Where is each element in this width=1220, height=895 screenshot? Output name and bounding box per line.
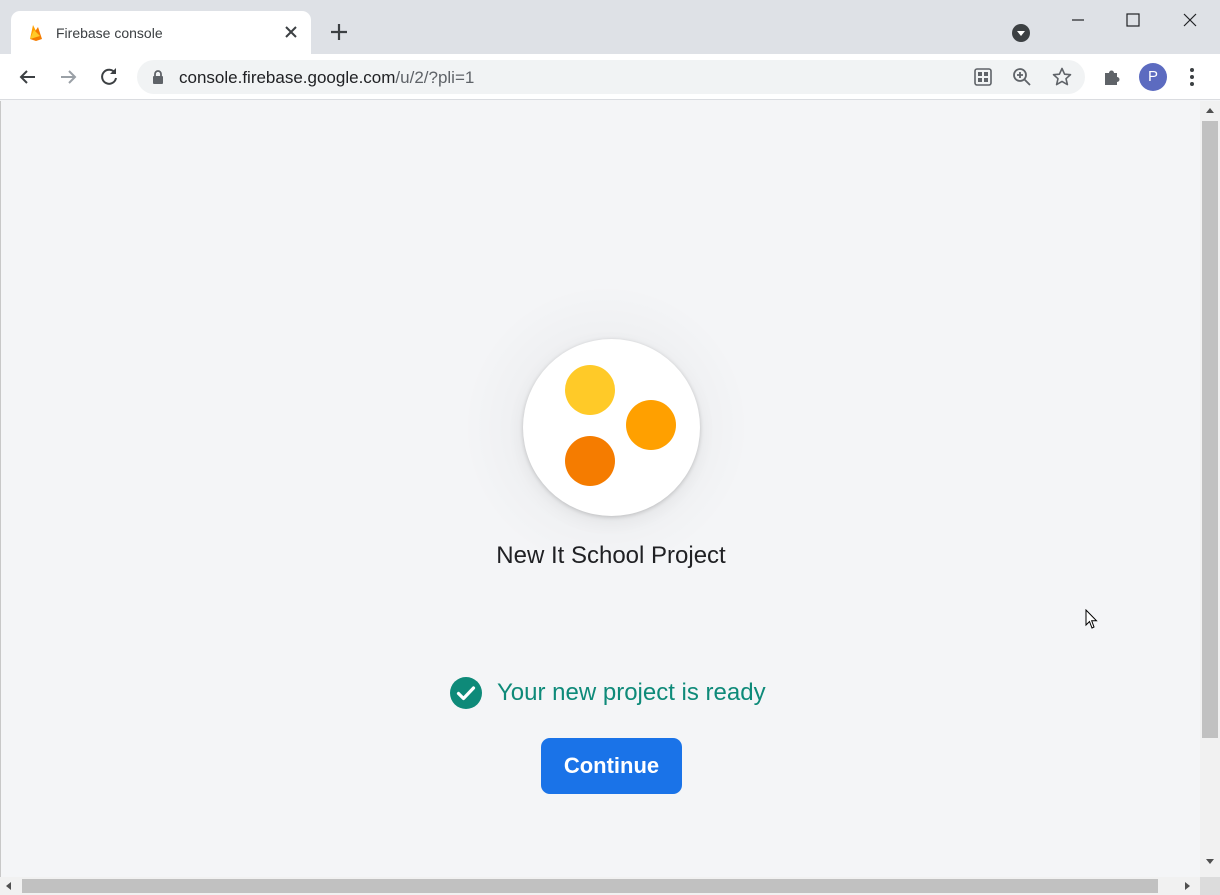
scroll-down-arrow-icon[interactable] — [1204, 857, 1216, 867]
lock-icon[interactable] — [151, 70, 165, 85]
url-host: console.firebase.google.com — [179, 68, 396, 87]
continue-button[interactable]: Continue — [541, 738, 682, 794]
maximize-button[interactable] — [1118, 8, 1148, 32]
browser-toolbar: console.firebase.google.com/u/2/?pli=1 P — [0, 54, 1220, 100]
horizontal-scrollbar[interactable] — [0, 877, 1200, 895]
puzzle-icon[interactable] — [1101, 66, 1123, 88]
qr-code-icon[interactable] — [972, 66, 994, 88]
mouse-cursor-icon — [1085, 609, 1098, 629]
minimize-button[interactable] — [1063, 8, 1093, 32]
arrow-right-icon — [61, 70, 77, 84]
firebase-flame-icon — [30, 25, 42, 41]
vertical-scrollbar[interactable] — [1200, 101, 1220, 877]
tab-title: Firebase console — [56, 25, 163, 41]
close-tab-button[interactable] — [281, 20, 301, 44]
page-viewport: New It School Project Your new project i… — [0, 101, 1200, 877]
close-icon — [285, 26, 297, 38]
url-text[interactable]: console.firebase.google.com/u/2/?pli=1 — [179, 68, 474, 88]
tab-firebase-console[interactable]: Firebase console — [11, 11, 311, 54]
tab-search-button[interactable] — [1011, 23, 1031, 43]
zoom-in-icon[interactable] — [1011, 66, 1033, 88]
star-icon[interactable] — [1051, 66, 1073, 88]
browser-titlebar: Firebase console — [0, 0, 1220, 54]
project-logo — [523, 339, 700, 516]
vertical-scroll-thumb[interactable] — [1202, 121, 1218, 738]
horizontal-scroll-thumb[interactable] — [22, 879, 1158, 893]
url-path: /u/2/?pli=1 — [395, 68, 475, 87]
reload-button[interactable] — [96, 64, 122, 90]
scroll-up-arrow-icon[interactable] — [1204, 105, 1216, 115]
new-tab-button[interactable] — [326, 19, 352, 45]
arrow-left-icon — [19, 70, 35, 84]
scroll-left-arrow-icon[interactable] — [4, 881, 14, 891]
back-button[interactable] — [15, 64, 41, 90]
forward-button[interactable] — [55, 64, 81, 90]
plus-icon — [331, 24, 347, 40]
status-text: Your new project is ready — [497, 679, 766, 706]
logo-dot-amber — [626, 400, 676, 450]
check-circle-icon — [450, 677, 482, 709]
more-vertical-icon[interactable] — [1182, 65, 1202, 89]
profile-avatar[interactable]: P — [1139, 63, 1167, 91]
window-close-button[interactable] — [1175, 8, 1205, 32]
scrollbar-corner — [1200, 877, 1220, 895]
logo-dot-orange — [565, 436, 615, 486]
scroll-right-arrow-icon[interactable] — [1182, 881, 1192, 891]
address-bar[interactable]: console.firebase.google.com/u/2/?pli=1 — [137, 60, 1085, 94]
project-name: New It School Project — [496, 542, 726, 569]
logo-dot-yellow — [565, 365, 615, 415]
